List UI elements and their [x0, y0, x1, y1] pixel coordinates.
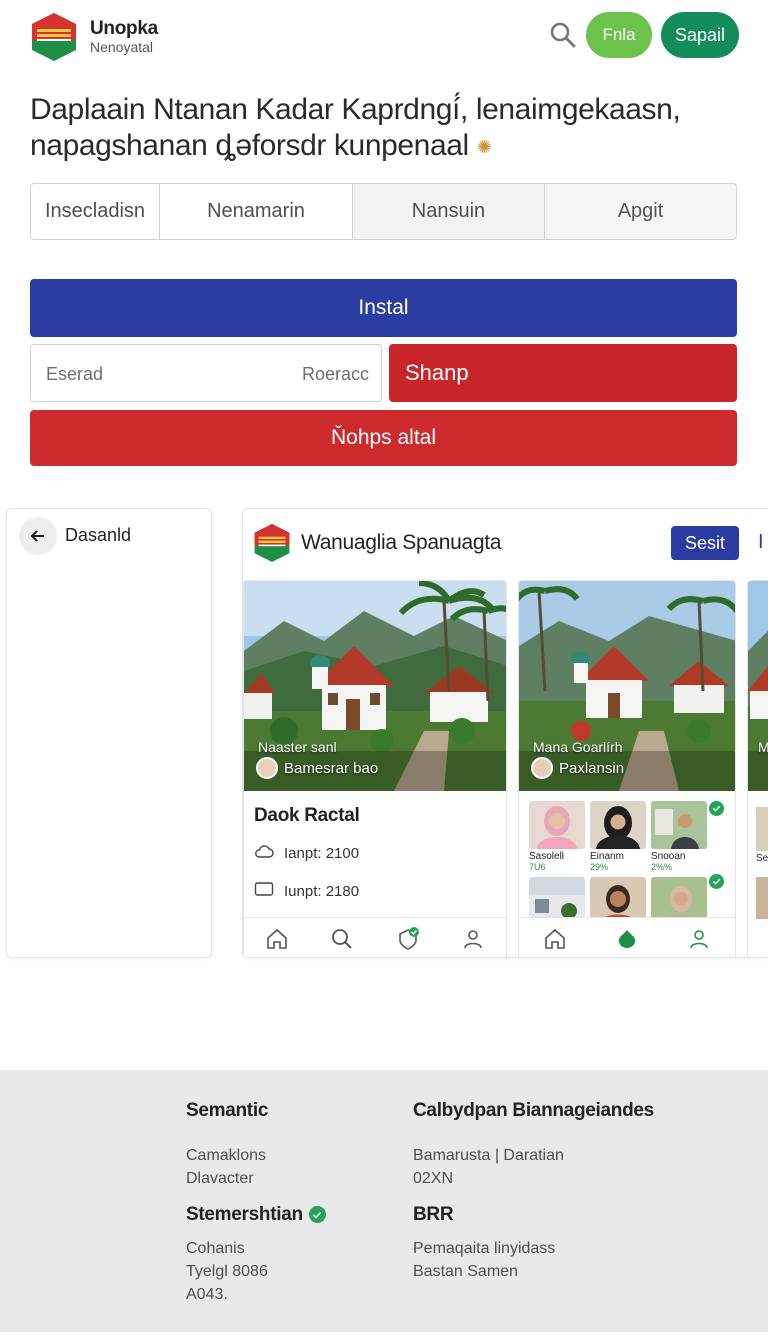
leaf-icon[interactable] — [615, 927, 639, 951]
bottom-nav — [244, 917, 506, 957]
footer-col2-line[interactable]: Bastan Samen — [413, 1260, 518, 1283]
footer-col2-link-2[interactable]: 02XN — [413, 1167, 453, 1190]
photo-caption: Mana Goarlírh — [533, 739, 623, 755]
verified-check-icon — [308, 1206, 326, 1224]
install-button[interactable]: Instal — [30, 279, 737, 337]
listing-card[interactable]: Naaster sanl Bamesrar bao Daok Ractal Ia… — [243, 580, 507, 957]
photo-owner-name: Bamesrar bao — [284, 760, 379, 777]
footer: Semantic Camaklons Dlavacter Stemershtia… — [0, 1070, 768, 1332]
side-panel-title: Dasanld — [65, 525, 132, 545]
photo-caption: Naaster sanl — [258, 739, 337, 755]
side-panel: Dasanld — [6, 508, 212, 958]
search-field-placeholder: Eserad — [46, 364, 104, 384]
footer-col1-heading-2: Stemershtian — [186, 1204, 326, 1226]
member-tile[interactable]: Einanm 29% — [590, 801, 646, 872]
footer-col2-heading-2: BRR — [413, 1204, 454, 1225]
member-photo — [756, 807, 768, 851]
village-photo: Mana Goarlírh Paxlansin — [519, 581, 735, 791]
listing-card-partial[interactable]: M Se — [747, 580, 768, 957]
listing-info-text: Iunpt: 2180 — [284, 882, 360, 900]
wide-red-button[interactable]: Ňohps altal — [30, 410, 737, 466]
search-icon[interactable] — [330, 927, 354, 951]
footer-col2-link-1[interactable]: Bamarusta | Daratian — [413, 1144, 564, 1167]
search-field[interactable]: Eserad Roeracc — [30, 344, 382, 402]
user-icon[interactable] — [687, 927, 711, 951]
signup-button[interactable]: Sapail — [661, 12, 739, 58]
footer-col1-line: Cohanis — [186, 1240, 245, 1257]
brand-subtitle: Nenoyatal — [90, 39, 154, 55]
footer-col1-heading-2-text: Stemershtian — [186, 1204, 303, 1225]
footer-col1-heading: Semantic — [186, 1100, 269, 1121]
cloud-icon — [254, 843, 274, 863]
footer-col1-link-2[interactable]: Dlavacter — [186, 1167, 254, 1190]
login-button[interactable]: Fnla — [586, 12, 652, 58]
box-icon — [254, 881, 274, 901]
tab-3[interactable]: Nansuin — [353, 184, 545, 239]
community-card[interactable]: Mana Goarlírh Paxlansin Sasolell 7U6 Ein… — [518, 580, 736, 957]
preview-edge-label: I — [758, 531, 764, 553]
verified-check-icon — [709, 874, 724, 889]
listing-title: Daok Ractal — [254, 805, 360, 826]
listing-info-row: Ianpt: 2100 — [254, 843, 359, 863]
member-tile[interactable]: Sasolell 7U6 — [529, 801, 585, 872]
member-photo — [590, 801, 646, 849]
village-photo: M — [748, 581, 768, 791]
footer-col2-line[interactable]: Pemaqaita linyidass — [413, 1237, 555, 1260]
tab-1[interactable]: Insecladisn — [31, 184, 160, 239]
home-icon[interactable] — [543, 927, 567, 951]
shanp-button[interactable]: Shanp — [389, 344, 737, 402]
bottom-nav — [519, 917, 735, 957]
member-photo — [651, 801, 707, 849]
tab-4[interactable]: Apgit — [545, 184, 736, 239]
user-icon[interactable] — [461, 927, 485, 951]
preview-title: Wanuaglia Spanuagta — [301, 531, 502, 554]
owner-avatar — [256, 757, 278, 779]
tab-2[interactable]: Nenamarin — [160, 184, 353, 239]
brand-name: Unopka — [90, 18, 158, 39]
footer-col2-heading: Calbydpan Biannageiandes — [413, 1100, 654, 1121]
page-headline: Daplaain Ntanan Kadar Kaprdngí́, lenaim… — [30, 92, 740, 165]
shield-check-icon[interactable] — [396, 926, 420, 951]
footer-col1-link-1[interactable]: Camaklons — [186, 1144, 266, 1167]
search-field-trailing: Roeracc — [301, 364, 369, 384]
photo-caption: M — [758, 739, 768, 755]
top-header: Unopka Nenoyatal Fnla Sapail — [0, 0, 768, 78]
member-stat: 2%% — [651, 862, 673, 872]
footer-col1-line: A043. — [186, 1286, 228, 1303]
verified-check-icon — [709, 801, 724, 816]
village-photo: Naaster sanl Bamesrar bao — [244, 581, 506, 791]
brand-logo-icon[interactable] — [30, 12, 78, 62]
owner-avatar — [531, 757, 553, 779]
member-stat: 29% — [590, 862, 609, 872]
headline-text: Daplaain Ntanan Kadar Kaprdngí́, lenaim… — [30, 93, 681, 162]
member-name: Sasolell — [529, 851, 565, 862]
footer-col1-line: Tyelgl 8086 — [186, 1263, 268, 1280]
listing-info-row: Iunpt: 2180 — [254, 881, 359, 901]
home-icon[interactable] — [265, 927, 289, 951]
preview-logo-icon — [253, 523, 291, 563]
search-icon[interactable] — [548, 20, 578, 50]
tab-bar: Insecladisn Nenamarin Nansuin Apgit — [30, 183, 737, 240]
member-photo — [756, 877, 768, 919]
listing-info-text: Ianpt: 2100 — [284, 844, 360, 862]
member-photo — [529, 801, 585, 849]
sparkle-icon: ✺ — [476, 137, 492, 158]
app-preview-panel: Wanuaglia Spanuagta Sesit I Naaster sanl… — [242, 508, 768, 958]
member-name: Se — [756, 853, 768, 864]
preview-action-button[interactable]: Sesit — [671, 526, 739, 560]
photo-owner-name: Paxlansin — [559, 760, 625, 777]
member-name: Snooan — [651, 851, 686, 862]
member-name: Einanm — [590, 851, 624, 862]
back-arrow-icon[interactable] — [19, 517, 57, 555]
member-stat: 7U6 — [529, 862, 546, 872]
member-tile[interactable]: Snooan 2%% — [651, 801, 707, 872]
